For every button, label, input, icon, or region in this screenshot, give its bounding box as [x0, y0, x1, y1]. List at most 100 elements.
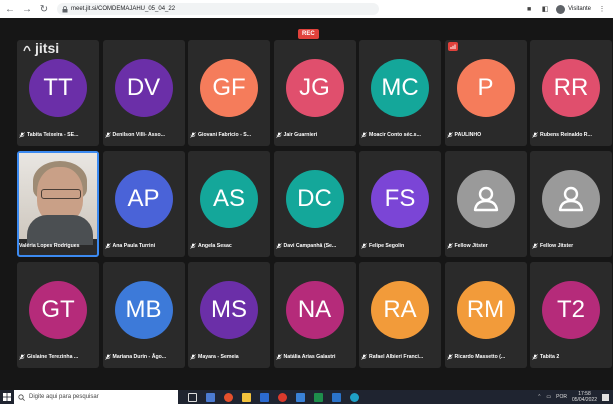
word-icon[interactable] — [260, 392, 269, 402]
participant-name-bar: Giovani Fabricio - S... — [190, 130, 268, 140]
participant-avatar: RM — [456, 281, 515, 339]
back-icon[interactable]: ← — [3, 2, 17, 16]
participant-name: Angela Sesac — [198, 243, 232, 249]
participant-tile[interactable]: MB Mariana Durin - Âgo... — [102, 262, 185, 368]
outlook-icon[interactable] — [332, 392, 341, 402]
participant-tile[interactable]: P PAULINHO — [444, 40, 527, 146]
participant-tile[interactable]: T2 Tabita 2 — [530, 262, 612, 368]
profile-label: Visitante — [568, 6, 591, 12]
tab-search-icon[interactable]: ◧ — [540, 4, 550, 14]
camera-indicator-icon[interactable]: ■ — [524, 4, 534, 14]
participant-name: Rubens Reinaldo R... — [540, 132, 592, 138]
participant-tile[interactable]: MS Mayara - Semeia — [188, 262, 270, 368]
participant-tile[interactable]: RA Rafael Albieri Franci... — [359, 262, 441, 368]
task-view-icon[interactable] — [188, 392, 197, 402]
participant-tile[interactable]: RR Rubens Reinaldo R... — [530, 40, 612, 146]
participant-name-bar: Angela Sesac — [190, 241, 268, 251]
participant-name: Moacir Conto séc.s... — [369, 132, 421, 138]
photos-icon[interactable] — [296, 392, 305, 402]
url-text: meet.jit.si/COMDEMAJAHU_05_04_22 — [71, 6, 176, 12]
participant-name-bar: Davi Campanhã (Se... — [275, 241, 354, 251]
reload-icon[interactable]: ↻ — [37, 2, 51, 16]
clock[interactable]: 17:58 05/04/2022 — [572, 391, 597, 403]
participant-name-bar: Denilson Villi- Asso... — [104, 130, 183, 140]
participant-name-bar: Mayara - Semeia — [190, 352, 268, 362]
system-tray: ⌃ ▭ POR 17:58 05/04/2022 — [537, 391, 613, 403]
mic-muted-icon — [275, 132, 282, 138]
participant-tile[interactable]: FS Felipe Segolin — [359, 151, 441, 257]
participant-name-bar: Ricardo Massetto (... — [446, 352, 525, 362]
participant-tile[interactable]: Fellow Jitster — [444, 151, 527, 257]
tray-chevron-icon[interactable]: ⌃ — [537, 394, 541, 400]
mic-muted-icon — [361, 132, 367, 138]
forward-icon[interactable]: → — [20, 2, 34, 16]
participant-tile[interactable]: GF Giovani Fabricio - S... — [188, 40, 270, 146]
chrome-icon[interactable] — [224, 392, 233, 402]
mic-muted-icon — [532, 243, 538, 249]
connection-warning-icon[interactable] — [447, 42, 458, 51]
excel-icon[interactable] — [314, 392, 323, 402]
profile-button[interactable]: Visitante — [556, 4, 591, 14]
mic-muted-icon — [446, 243, 453, 249]
participant-avatar: GT — [29, 281, 87, 339]
meeting-area: TT Tabita Teixeira - SE... DV Denilson Vill… — [0, 18, 613, 390]
taskbar-search-input[interactable]: Digite aqui para pesquisar — [14, 390, 178, 404]
participant-tile[interactable]: DV Denilson Villi- Asso... — [102, 40, 185, 146]
participant-name-bar: Rafael Albieri Franci... — [361, 352, 439, 362]
mic-muted-icon — [446, 354, 453, 360]
participant-tile[interactable]: NA Natália Arias Galastri — [273, 262, 356, 368]
mic-muted-icon — [361, 243, 367, 249]
participant-tile[interactable]: MC Moacir Conto séc.s... — [359, 40, 441, 146]
browser-toolbar: ← → ↻ meet.jit.si/COMDEMAJAHU_05_04_22 ■… — [0, 0, 613, 19]
participant-name: Valéria Lopes Rodrigues — [19, 243, 80, 249]
notifications-icon[interactable] — [602, 393, 609, 401]
participant-avatar: FS — [371, 170, 429, 228]
participant-name: Tabita Teixeira - SE... — [27, 132, 79, 138]
participant-name-bar: Rubens Reinaldo R... — [532, 130, 610, 140]
participant-name: Ricardo Massetto (... — [454, 354, 506, 360]
windows-taskbar: Digite aqui para pesquisar ⌃ ▭ POR 17:58… — [0, 390, 613, 404]
mic-muted-icon — [19, 132, 25, 138]
language-indicator[interactable]: POR — [556, 394, 567, 400]
participant-tile[interactable]: RM Ricardo Massetto (... — [444, 262, 527, 368]
participant-avatar: NA — [285, 281, 344, 339]
recording-badge: REC — [298, 29, 319, 39]
participant-name-bar: Ana Paula Turrini — [104, 241, 183, 251]
participant-tile[interactable]: GT Gislaine Terezinha ... — [17, 262, 99, 368]
mic-muted-icon — [532, 132, 538, 138]
mic-muted-icon — [104, 354, 111, 360]
participant-tile[interactable]: Valéria Lopes Rodrigues — [17, 151, 99, 257]
participant-name: Denilson Villi- Asso... — [112, 132, 165, 138]
logo-text: jitsi — [35, 40, 60, 56]
address-bar[interactable]: meet.jit.si/COMDEMAJAHU_05_04_22 — [57, 3, 379, 15]
participant-tile[interactable]: JG Jair Guarnieri — [273, 40, 356, 146]
chrome-alt-icon[interactable] — [278, 392, 287, 402]
mic-muted-icon — [275, 354, 282, 360]
participant-name: PAULINHO — [454, 132, 482, 138]
default-user-icon — [456, 170, 515, 228]
edge-icon[interactable] — [350, 392, 359, 402]
participant-tile[interactable]: AP Ana Paula Turrini — [102, 151, 185, 257]
participant-video — [19, 153, 97, 245]
mic-muted-icon — [104, 243, 111, 249]
mic-muted-icon — [190, 132, 196, 138]
windows-start-icon[interactable] — [0, 390, 14, 404]
participant-tile[interactable]: DC Davi Campanhã (Se... — [273, 151, 356, 257]
participant-avatar: AP — [114, 170, 173, 228]
menu-icon[interactable]: ⋮ — [597, 4, 607, 14]
participant-tile[interactable]: Fellow Jitster — [530, 151, 612, 257]
participant-name-bar: Moacir Conto séc.s... — [361, 130, 439, 140]
participant-tile[interactable]: AS Angela Sesac — [188, 151, 270, 257]
participant-name-bar: Felipe Segolin — [361, 241, 439, 251]
mic-muted-icon — [190, 354, 196, 360]
jitsi-logo-icon — [23, 45, 31, 52]
network-icon[interactable]: ▭ — [546, 394, 551, 400]
file-explorer-icon[interactable] — [242, 392, 251, 402]
mic-muted-icon — [19, 354, 25, 360]
mic-muted-icon — [275, 243, 282, 249]
participant-avatar: JG — [285, 59, 344, 117]
participant-name: Ana Paula Turrini — [112, 243, 156, 249]
widgets-icon[interactable] — [206, 392, 215, 402]
participant-avatar: DC — [285, 170, 344, 228]
search-icon — [18, 393, 25, 401]
